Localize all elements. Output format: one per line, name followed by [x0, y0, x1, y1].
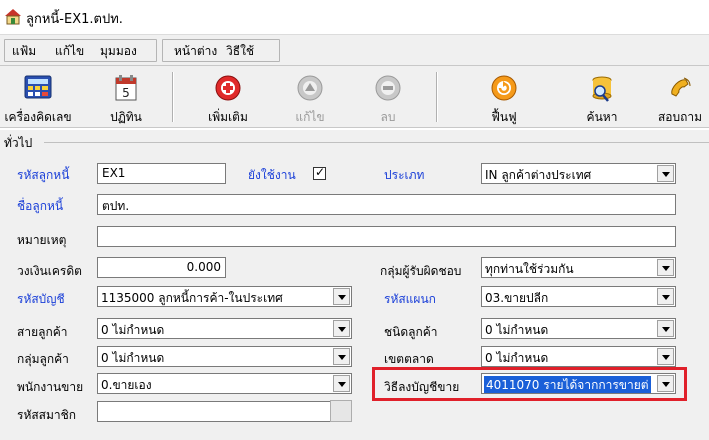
dropdown-button[interactable] — [657, 165, 674, 182]
customer-line-label: สายลูกค้า — [17, 325, 68, 339]
chevron-down-icon — [338, 382, 346, 387]
customer-code-field[interactable]: EX1 — [97, 163, 226, 184]
inquiry-label: สอบถาม — [657, 110, 703, 124]
delete-label: ลบ — [380, 110, 396, 124]
department-code-combo[interactable]: 03.ขายปลีก — [481, 286, 676, 307]
phone-icon — [671, 77, 691, 97]
search-button[interactable]: ค้นหา — [568, 68, 636, 126]
market-zone-combo[interactable]: 0 ไม่กำหนด — [481, 346, 676, 367]
add-label: เพิ่มเติม — [208, 110, 248, 124]
menu-window[interactable]: หน้าต่าง — [174, 42, 217, 61]
toolbar-separator — [172, 72, 174, 122]
dropdown-button[interactable] — [657, 348, 674, 365]
account-code-combo[interactable]: 1135000 ลูกหนี้การค้า-ในประเทศ — [97, 286, 352, 307]
customer-name-field[interactable]: ตปท. — [97, 194, 676, 215]
chevron-down-icon — [662, 266, 670, 271]
department-code-label: รหัสแผนก — [384, 292, 436, 306]
inquiry-button[interactable]: สอบถาม — [646, 68, 709, 126]
dropdown-button[interactable] — [657, 320, 674, 337]
restore-icon — [491, 75, 517, 101]
credit-limit-field[interactable]: 0.000 — [97, 257, 226, 278]
menu-edit[interactable]: แก้ไข — [55, 42, 84, 61]
salesperson-combo[interactable]: 0.ขายเอง — [97, 373, 352, 394]
menu-file[interactable]: แฟ้ม — [12, 42, 36, 61]
customer-kind-value: 0 ไม่กำหนด — [485, 323, 549, 337]
check-mark-icon: ✓ — [315, 165, 326, 179]
delete-button[interactable]: ลบ — [354, 68, 422, 126]
edit-label: แก้ไข — [295, 110, 325, 124]
customer-group-value: 0 ไม่กำหนด — [101, 351, 165, 365]
member-code-label: รหัสสมาชิก — [17, 408, 77, 422]
delete-icon — [375, 75, 401, 101]
chevron-down-icon — [662, 327, 670, 332]
note-field[interactable] — [97, 226, 676, 247]
menu-view[interactable]: มุมมอง — [100, 42, 137, 61]
customer-line-combo[interactable]: 0 ไม่กำหนด — [97, 318, 352, 339]
responsible-group-value: ทุกท่านใช้ร่วมกัน — [485, 262, 574, 276]
salesperson-value: 0.ขายเอง — [101, 378, 152, 392]
customer-code-label: รหัสลูกหนี้ — [17, 168, 70, 182]
type-combo[interactable]: IN ลูกค้าต่างประเทศ — [481, 163, 676, 184]
calendar-icon: 5 — [115, 75, 137, 101]
dropdown-button[interactable] — [657, 288, 674, 305]
active-label: ยังใช้งาน — [248, 168, 296, 182]
search-icon — [592, 76, 612, 102]
department-code-value: 03.ขายปลีก — [485, 291, 549, 305]
member-code-field[interactable] — [97, 401, 332, 422]
dropdown-button[interactable] — [333, 375, 350, 392]
customer-group-label: กลุ่มลูกค้า — [17, 352, 69, 366]
section-header — [0, 130, 709, 152]
dropdown-button[interactable] — [657, 259, 674, 276]
credit-limit-label: วงเงินเครดิต — [17, 264, 82, 278]
add-button[interactable]: เพิ่มเติม — [194, 68, 262, 126]
member-lookup-button[interactable] — [330, 400, 352, 422]
customer-name-label: ชื่อลูกหนี้ — [17, 199, 64, 213]
calculator-label: เครื่องคิดเลข — [4, 110, 72, 124]
search-label: ค้นหา — [586, 110, 618, 124]
calendar-button[interactable]: 5 ปฏิทิน — [92, 68, 160, 126]
type-label: ประเภท — [384, 168, 425, 182]
market-zone-value: 0 ไม่กำหนด — [485, 351, 549, 365]
calculator-icon — [24, 75, 52, 99]
type-value: IN ลูกค้าต่างประเทศ — [485, 168, 592, 182]
section-divider — [44, 142, 709, 143]
chevron-down-icon — [338, 355, 346, 360]
account-code-label: รหัสบัญชี — [17, 292, 65, 306]
customer-group-combo[interactable]: 0 ไม่กำหนด — [97, 346, 352, 367]
calendar-label: ปฏิทิน — [110, 110, 142, 124]
section-general-label: ทั่วไป — [4, 136, 33, 150]
dropdown-button[interactable] — [333, 288, 350, 305]
add-icon — [215, 75, 241, 101]
note-label: หมายเหตุ — [17, 233, 67, 247]
menu-help[interactable]: วิธีใช้ — [226, 42, 254, 61]
chevron-down-icon — [338, 327, 346, 332]
chevron-down-icon — [662, 172, 670, 177]
account-code-value: 1135000 ลูกหนี้การค้า-ในประเทศ — [101, 291, 283, 305]
chevron-down-icon — [662, 295, 670, 300]
restore-label: ฟื้นฟู — [491, 110, 517, 124]
dropdown-button[interactable] — [333, 320, 350, 337]
house-app-icon — [5, 9, 21, 25]
edit-icon — [297, 75, 323, 101]
salesperson-label: พนักงานขาย — [17, 380, 84, 394]
chevron-down-icon — [338, 295, 346, 300]
responsible-group-combo[interactable]: ทุกท่านใช้ร่วมกัน — [481, 257, 676, 278]
calculator-button[interactable]: เครื่องคิดเลข — [4, 68, 72, 126]
toolbar-separator — [436, 72, 438, 122]
window-title: ลูกหนี้-EX1.ตปท. — [26, 12, 123, 27]
toolbar: เครื่องคิดเลข 5 ปฏิทิน เพิ่มเติม แก้ไข ล… — [0, 66, 709, 128]
responsible-group-label: กลุ่มผู้รับผิดชอบ — [380, 264, 462, 278]
customer-kind-combo[interactable]: 0 ไม่กำหนด — [481, 318, 676, 339]
customer-line-value: 0 ไม่กำหนด — [101, 323, 165, 337]
chevron-down-icon — [662, 355, 670, 360]
edit-button[interactable]: แก้ไข — [276, 68, 344, 126]
active-checkbox[interactable]: ✓ — [313, 165, 326, 180]
menu-bar: แฟ้ม แก้ไข มุมมอง หน้าต่าง วิธีใช้ — [0, 34, 709, 66]
highlight-box — [372, 367, 687, 401]
dropdown-button[interactable] — [333, 348, 350, 365]
customer-kind-label: ชนิดลูกค้า — [384, 325, 438, 339]
restore-button[interactable]: ฟื้นฟู — [470, 68, 538, 126]
calendar-day: 5 — [122, 86, 130, 100]
